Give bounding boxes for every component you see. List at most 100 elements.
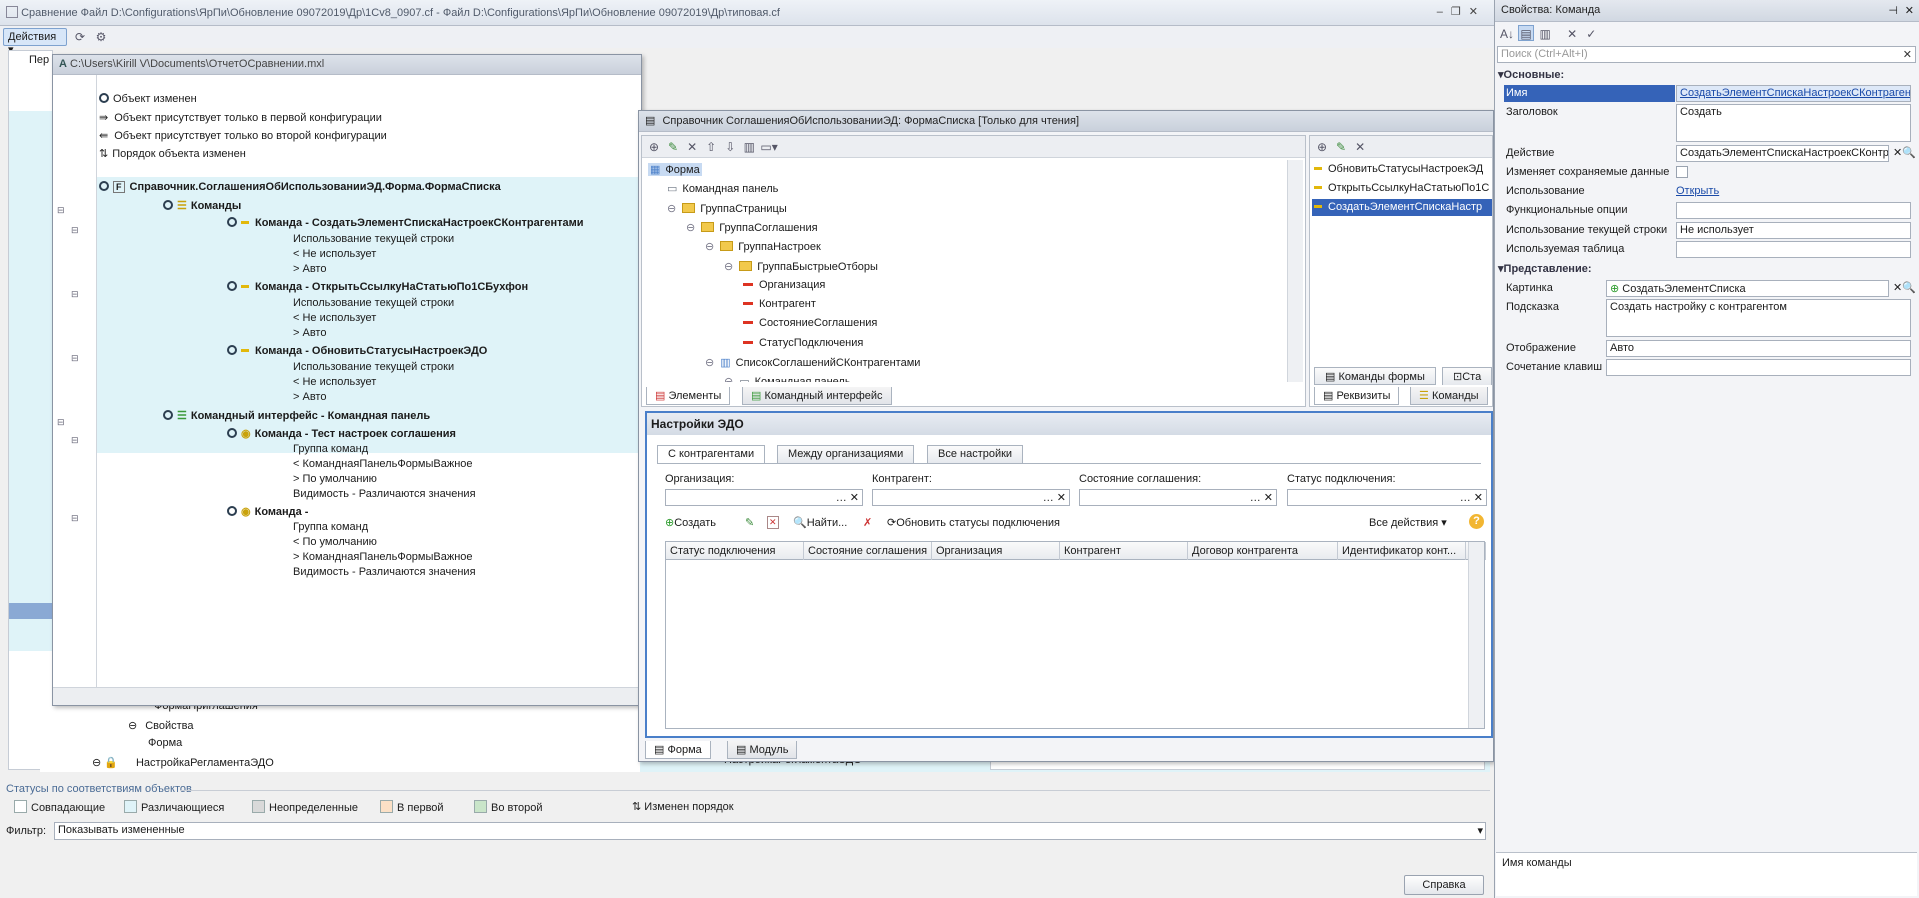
collapse-icon[interactable]: ⊖ bbox=[705, 357, 714, 369]
all-actions-menu[interactable]: Все действия ▾ bbox=[1369, 516, 1447, 529]
hint-value[interactable]: Создать настройку с контрагентом bbox=[1606, 299, 1911, 337]
fields-icon[interactable]: ▥ bbox=[741, 139, 757, 155]
refresh-icon[interactable]: ⟳ bbox=[72, 29, 88, 45]
find-button[interactable]: 🔍Найти... bbox=[793, 516, 847, 529]
collapse-box[interactable]: ⊟ bbox=[71, 289, 79, 300]
header-value[interactable]: Создать bbox=[1676, 104, 1911, 142]
command-item[interactable]: ОткрытьСсылкуНаСтатьюПо1С bbox=[1314, 182, 1489, 194]
chevron-down-icon[interactable]: ▾ bbox=[1477, 824, 1483, 837]
close-icon[interactable]: ✕ bbox=[1469, 6, 1486, 18]
collapse-box[interactable]: ⊟ bbox=[71, 435, 79, 446]
tab-cmd-interface[interactable]: ▤ Командный интерфейс bbox=[742, 387, 892, 405]
column-header[interactable]: Договор контрагента bbox=[1188, 542, 1338, 560]
element-tree-item[interactable]: Организация bbox=[743, 279, 825, 291]
collapse-icon[interactable]: ⊖ bbox=[724, 261, 733, 273]
edit-icon[interactable]: ✎ bbox=[1333, 139, 1349, 155]
func-options-field[interactable] bbox=[1676, 202, 1911, 219]
report-command[interactable]: Команда - ОбновитьСтатусыНастроекЭДО bbox=[227, 345, 487, 357]
props-search-input[interactable]: Поиск (Ctrl+Alt+I) ✕ bbox=[1497, 46, 1916, 63]
filter-select[interactable]: Показывать измененные ▾ bbox=[54, 822, 1486, 840]
bg-tree-item[interactable]: ⊖ Свойства bbox=[128, 719, 194, 732]
cur-row-value[interactable]: Не использует bbox=[1676, 222, 1911, 239]
element-tree-item[interactable]: ▭ Командная панель bbox=[667, 182, 778, 195]
column-header[interactable]: Организация bbox=[932, 542, 1060, 560]
preview-tab[interactable]: Все настройки bbox=[927, 445, 1024, 463]
collapse-box[interactable]: ⊟ bbox=[71, 225, 79, 236]
collapse-icon[interactable]: ⊖ bbox=[667, 203, 676, 215]
sort-alpha-icon[interactable]: A↓ bbox=[1499, 26, 1515, 42]
table-vscroll[interactable] bbox=[1468, 542, 1484, 728]
section-main[interactable]: ▾Основные: bbox=[1498, 68, 1564, 81]
tab-elements[interactable]: ▤ Элементы bbox=[646, 387, 731, 405]
counterparty-field[interactable]: … ✕ bbox=[872, 489, 1070, 506]
report-cmd-interface[interactable]: ☰ Командный интерфейс - Командная панель bbox=[163, 409, 430, 422]
delete-icon[interactable]: ✕ bbox=[1352, 139, 1368, 155]
cancel-icon[interactable]: ✕ bbox=[1564, 26, 1580, 42]
apply-icon[interactable]: ✓ bbox=[1583, 26, 1599, 42]
add-icon[interactable]: ⊕ bbox=[646, 139, 662, 155]
changes-saved-checkbox[interactable] bbox=[1676, 166, 1688, 178]
picture-value[interactable]: ⊕ СоздатьЭлементСписка bbox=[1606, 280, 1889, 297]
mark-delete-icon[interactable]: ✕ bbox=[767, 516, 779, 529]
column-header[interactable]: Состояние соглашения bbox=[804, 542, 932, 560]
tab-st[interactable]: ⊡Ста bbox=[1442, 367, 1493, 385]
close-icon[interactable]: ✕ bbox=[1905, 4, 1914, 17]
element-tree-item[interactable]: ⊖ ГруппаСоглашения bbox=[686, 221, 818, 234]
column-header[interactable]: Контрагент bbox=[1060, 542, 1188, 560]
tab-form[interactable]: ▤ Форма bbox=[645, 741, 711, 759]
create-button[interactable]: ⊕Создать bbox=[665, 516, 716, 529]
usage-link[interactable]: Открыть bbox=[1676, 185, 1719, 197]
element-tree-item[interactable]: СостояниеСоглашения bbox=[743, 317, 877, 329]
element-tree-item[interactable]: ⊖ ГруппаБыстрыеОтборы bbox=[724, 260, 878, 273]
clear-icon[interactable]: … ✕ bbox=[1460, 491, 1483, 504]
search-icon[interactable]: ✕🔍 bbox=[1893, 146, 1916, 159]
element-tree-item[interactable]: ⊖ ▥ СписокСоглашенийСКонтрагентами bbox=[705, 356, 920, 369]
bg-tree-item[interactable]: ⊖ 🔒 НастройкаРегламентаЭДО bbox=[92, 756, 274, 769]
report-command[interactable]: Команда - ОткрытьСсылкуНаСтатьюПо1СБухфо… bbox=[227, 281, 528, 293]
move-down-icon[interactable]: ⇩ bbox=[722, 139, 738, 155]
element-tree-item[interactable]: ⊖ ▭ Командная панель bbox=[724, 375, 851, 382]
help-button[interactable]: Справка bbox=[1404, 875, 1484, 895]
tab-commands[interactable]: ☰ Команды bbox=[1410, 387, 1488, 405]
tab-requisites[interactable]: ▤ Реквизиты bbox=[1314, 387, 1400, 405]
collapse-icon[interactable]: ⊖ bbox=[724, 376, 733, 382]
settings-icon[interactable]: ⚙ bbox=[93, 29, 109, 45]
elements-vscroll[interactable] bbox=[1287, 160, 1303, 382]
command-item-selected[interactable]: СоздатьЭлементСпискаНастр bbox=[1312, 199, 1492, 216]
element-tree-item[interactable]: ▦ Форма bbox=[648, 163, 702, 176]
preview-icon[interactable]: ▭▾ bbox=[760, 139, 777, 155]
preview-tab[interactable]: Между организациями bbox=[777, 445, 915, 463]
name-value[interactable]: СоздатьЭлементСпискаНастроекСКонтрагент bbox=[1676, 85, 1911, 102]
element-tree-item[interactable]: ⊖ ГруппаСтраницы bbox=[667, 202, 787, 215]
report-hscroll[interactable] bbox=[53, 687, 641, 705]
tab-module[interactable]: ▤ Модуль bbox=[727, 741, 798, 759]
actions-menu-button[interactable]: Действия ▾ bbox=[3, 28, 67, 56]
display-value[interactable]: Авто bbox=[1606, 340, 1911, 357]
collapse-box[interactable]: ⊟ bbox=[71, 353, 79, 364]
connection-status-field[interactable]: … ✕ bbox=[1287, 489, 1487, 506]
categories-icon[interactable]: ▤ bbox=[1518, 25, 1535, 41]
action-value[interactable]: СоздатьЭлементСпискаНастроекСКонтр bbox=[1676, 145, 1889, 162]
element-tree-item[interactable]: Контрагент bbox=[743, 298, 816, 310]
restore-icon[interactable]: ❐ bbox=[1451, 6, 1469, 18]
used-table-field[interactable] bbox=[1676, 241, 1911, 258]
add-icon[interactable]: ⊕ bbox=[1314, 139, 1330, 155]
clear-icon[interactable]: … ✕ bbox=[1043, 491, 1066, 504]
element-tree-item[interactable]: ⊖ ГруппаНастроек bbox=[705, 240, 821, 253]
move-up-icon[interactable]: ⇧ bbox=[703, 139, 719, 155]
cancel-search-icon[interactable]: ✗ bbox=[863, 516, 872, 529]
filter-icon[interactable]: ▥ bbox=[1537, 26, 1553, 42]
collapse-box[interactable]: ⊟ bbox=[71, 513, 79, 524]
clear-icon[interactable]: … ✕ bbox=[836, 491, 859, 504]
element-tree-item[interactable]: СтатусПодключения bbox=[743, 337, 863, 349]
update-statuses-button[interactable]: ⟳Обновить статусы подключения bbox=[887, 516, 1060, 529]
organization-field[interactable]: … ✕ bbox=[665, 489, 863, 506]
search-icon[interactable]: ✕🔍 bbox=[1893, 281, 1916, 294]
edit-icon[interactable]: ✎ bbox=[665, 139, 681, 155]
delete-icon[interactable]: ✕ bbox=[684, 139, 700, 155]
collapse-icon[interactable]: ⊖ bbox=[128, 720, 137, 732]
tab-form-commands[interactable]: ▤ Команды формы bbox=[1314, 367, 1436, 385]
report-ci-item[interactable]: ◉ Команда - Тест настроек соглашения bbox=[227, 427, 456, 440]
report-commands-group[interactable]: ☰ Команды bbox=[163, 199, 241, 212]
collapse-icon[interactable]: ⊖ bbox=[686, 222, 695, 234]
